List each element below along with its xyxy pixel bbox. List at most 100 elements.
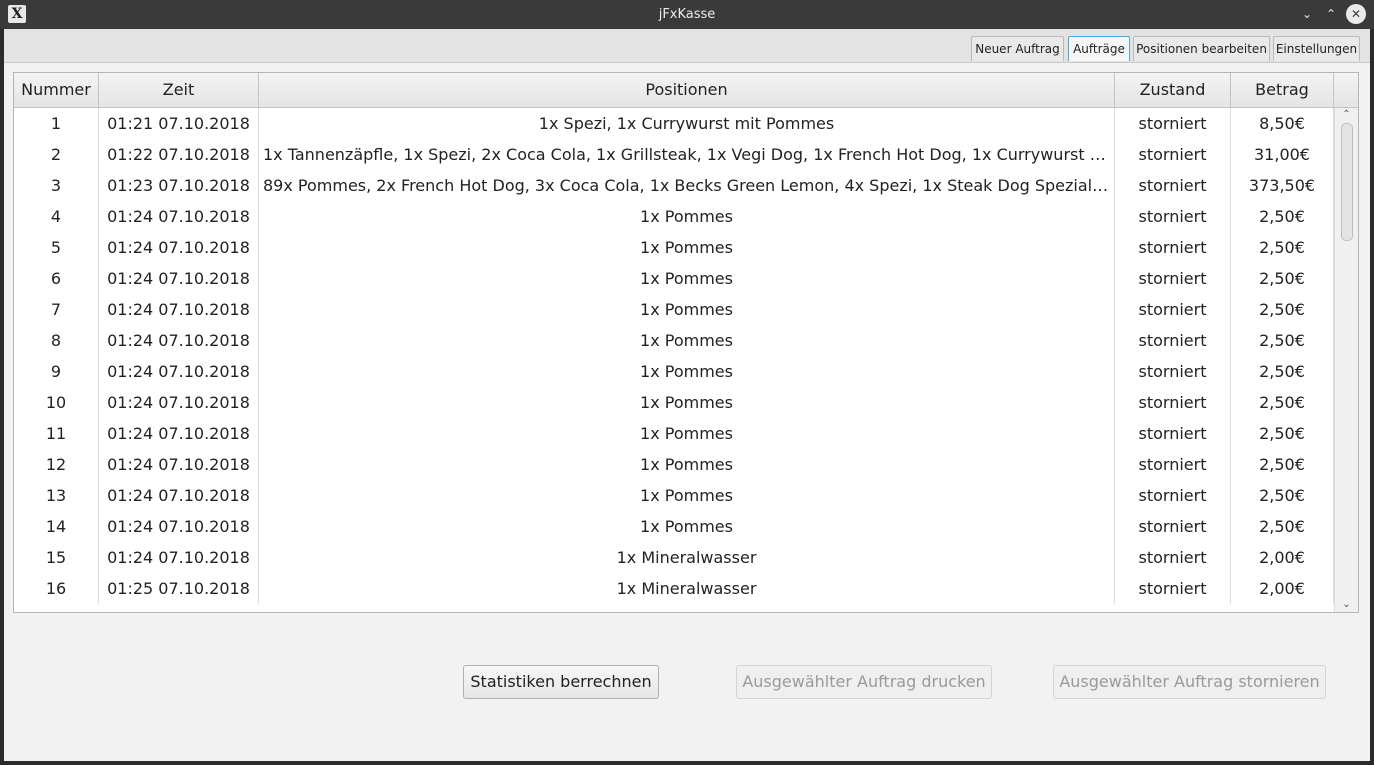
cell-positions: 1x Pommes <box>259 325 1115 356</box>
close-icon: ✕ <box>1350 7 1362 21</box>
cell-amount: 373,50€ <box>1231 170 1334 201</box>
cell-time: 01:24 07.10.2018 <box>99 232 259 263</box>
cell-state: storniert <box>1115 356 1231 387</box>
cell-number: 7 <box>14 294 99 325</box>
cell-amount: 2,50€ <box>1231 232 1334 263</box>
orders-table[interactable]: Nummer Zeit Positionen Zustand Betrag 10… <box>13 72 1359 613</box>
cell-number: 12 <box>14 449 99 480</box>
cell-positions: 1x Pommes <box>259 294 1115 325</box>
cell-positions: 1x Pommes <box>259 449 1115 480</box>
window-title: jFxKasse <box>658 7 716 22</box>
cell-positions: 1x Pommes <box>259 418 1115 449</box>
cell-positions: 1x Pommes <box>259 387 1115 418</box>
cell-amount: 2,50€ <box>1231 418 1334 449</box>
cell-number: 13 <box>14 480 99 511</box>
cell-positions: 1x Spezi, 1x Currywurst mit Pommes <box>259 108 1115 139</box>
tab-auftraege[interactable]: Aufträge <box>1068 36 1130 61</box>
cell-amount: 2,50€ <box>1231 325 1334 356</box>
cell-time: 01:24 07.10.2018 <box>99 356 259 387</box>
cell-time: 01:24 07.10.2018 <box>99 418 259 449</box>
column-header-state[interactable]: Zustand <box>1115 73 1231 107</box>
cell-positions: 1x Pommes <box>259 356 1115 387</box>
table-row[interactable]: 8 01:24 07.10.2018 1x Pommes storniert 2,50€ <box>14 325 1334 356</box>
tab-einstellungen[interactable]: Einstellungen <box>1273 36 1360 61</box>
cell-number: 8 <box>14 325 99 356</box>
chevron-up-icon: ⌃ <box>1325 7 1337 21</box>
cell-amount: 2,50€ <box>1231 511 1334 542</box>
cell-time: 01:24 07.10.2018 <box>99 542 259 573</box>
table-row[interactable]: 5 01:24 07.10.2018 1x Pommes storniert 2,50€ <box>14 232 1334 263</box>
close-window-button[interactable]: ✕ <box>1346 4 1366 24</box>
statistics-button[interactable]: Statistiken berrechnen <box>463 665 659 699</box>
cell-time: 01:21 07.10.2018 <box>99 108 259 139</box>
cell-positions: 1x Mineralwasser <box>259 573 1115 604</box>
cell-number: 4 <box>14 201 99 232</box>
table-row[interactable]: 14 01:24 07.10.2018 1x Pommes storniert 2,50… <box>14 511 1334 542</box>
cell-number: 10 <box>14 387 99 418</box>
table-row[interactable]: 11 01:24 07.10.2018 1x Pommes storniert 2,50… <box>14 418 1334 449</box>
cell-number: 3 <box>14 170 99 201</box>
table-row[interactable]: 9 01:24 07.10.2018 1x Pommes storniert 2,50€ <box>14 356 1334 387</box>
table-row[interactable]: 10 01:24 07.10.2018 1x Pommes storniert 2,50… <box>14 387 1334 418</box>
minimize-button[interactable]: ⌄ <box>1298 5 1316 23</box>
cell-state: storniert <box>1115 480 1231 511</box>
table-row[interactable]: 3 01:23 07.10.2018 89x Pommes, 2x French H… <box>14 170 1334 201</box>
column-header-number[interactable]: Nummer <box>14 73 99 107</box>
header-corner <box>1334 73 1358 107</box>
table-row[interactable]: 6 01:24 07.10.2018 1x Pommes storniert 2,50€ <box>14 263 1334 294</box>
tab-neuer-auftrag[interactable]: Neuer Auftrag <box>971 36 1064 61</box>
cell-amount: 2,50€ <box>1231 356 1334 387</box>
cell-state: storniert <box>1115 108 1231 139</box>
cell-positions: 1x Pommes <box>259 511 1115 542</box>
cancel-order-button[interactable]: Ausgewählter Auftrag stornieren <box>1053 665 1326 699</box>
cell-time: 01:25 07.10.2018 <box>99 573 259 604</box>
cell-state: storniert <box>1115 294 1231 325</box>
scrollbar-thumb[interactable] <box>1341 123 1353 241</box>
cell-state: storniert <box>1115 201 1231 232</box>
cell-state: storniert <box>1115 387 1231 418</box>
cell-state: storniert <box>1115 170 1231 201</box>
table-row[interactable]: 7 01:24 07.10.2018 1x Pommes storniert 2,50€ <box>14 294 1334 325</box>
cell-state: storniert <box>1115 232 1231 263</box>
table-row[interactable]: 2 01:22 07.10.2018 1x Tannenzäpfle, 1x Spe… <box>14 139 1334 170</box>
cell-positions: 1x Pommes <box>259 480 1115 511</box>
cell-number: 6 <box>14 263 99 294</box>
cell-time: 01:24 07.10.2018 <box>99 387 259 418</box>
cell-state: storniert <box>1115 325 1231 356</box>
cell-time: 01:23 07.10.2018 <box>99 170 259 201</box>
cell-number: 15 <box>14 542 99 573</box>
maximize-button[interactable]: ⌃ <box>1322 5 1340 23</box>
column-header-positions[interactable]: Positionen <box>259 73 1115 107</box>
cell-positions: 1x Pommes <box>259 263 1115 294</box>
column-header-amount[interactable]: Betrag <box>1231 73 1334 107</box>
vertical-scrollbar[interactable]: ⌃ ⌄ <box>1334 108 1358 612</box>
table-row[interactable]: 16 01:25 07.10.2018 1x Mineralwasser storni… <box>14 573 1334 604</box>
tab-positionen-bearbeiten[interactable]: Positionen bearbeiten <box>1133 36 1270 61</box>
cell-number: 11 <box>14 418 99 449</box>
table-header: Nummer Zeit Positionen Zustand Betrag <box>14 73 1358 108</box>
scroll-down-icon[interactable]: ⌄ <box>1335 598 1358 612</box>
table-row[interactable]: 1 01:21 07.10.2018 1x Spezi, 1x Currywurst… <box>14 108 1334 139</box>
cell-state: storniert <box>1115 418 1231 449</box>
table-row[interactable]: 15 01:24 07.10.2018 1x Mineralwasser storni… <box>14 542 1334 573</box>
chevron-down-icon: ⌄ <box>1301 7 1313 21</box>
table-body: 1 01:21 07.10.2018 1x Spezi, 1x Currywurst… <box>14 108 1334 612</box>
cell-amount: 31,00€ <box>1231 139 1334 170</box>
main-window: Neuer Auftrag Aufträge Positionen bearbe… <box>4 29 1370 761</box>
print-order-button[interactable]: Ausgewählter Auftrag drucken <box>736 665 992 699</box>
scroll-up-icon[interactable]: ⌃ <box>1335 108 1358 122</box>
table-row[interactable]: 4 01:24 07.10.2018 1x Pommes storniert 2,50€ <box>14 201 1334 232</box>
cell-time: 01:24 07.10.2018 <box>99 263 259 294</box>
cell-amount: 2,50€ <box>1231 449 1334 480</box>
cell-time: 01:24 07.10.2018 <box>99 449 259 480</box>
table-row[interactable]: 12 01:24 07.10.2018 1x Pommes storniert 2,50… <box>14 449 1334 480</box>
column-header-time[interactable]: Zeit <box>99 73 259 107</box>
cell-state: storniert <box>1115 511 1231 542</box>
cell-number: 16 <box>14 573 99 604</box>
cell-time: 01:24 07.10.2018 <box>99 511 259 542</box>
cell-time: 01:24 07.10.2018 <box>99 480 259 511</box>
cell-amount: 2,50€ <box>1231 201 1334 232</box>
cell-state: storniert <box>1115 542 1231 573</box>
cell-amount: 2,00€ <box>1231 542 1334 573</box>
table-row[interactable]: 13 01:24 07.10.2018 1x Pommes storniert 2,50… <box>14 480 1334 511</box>
